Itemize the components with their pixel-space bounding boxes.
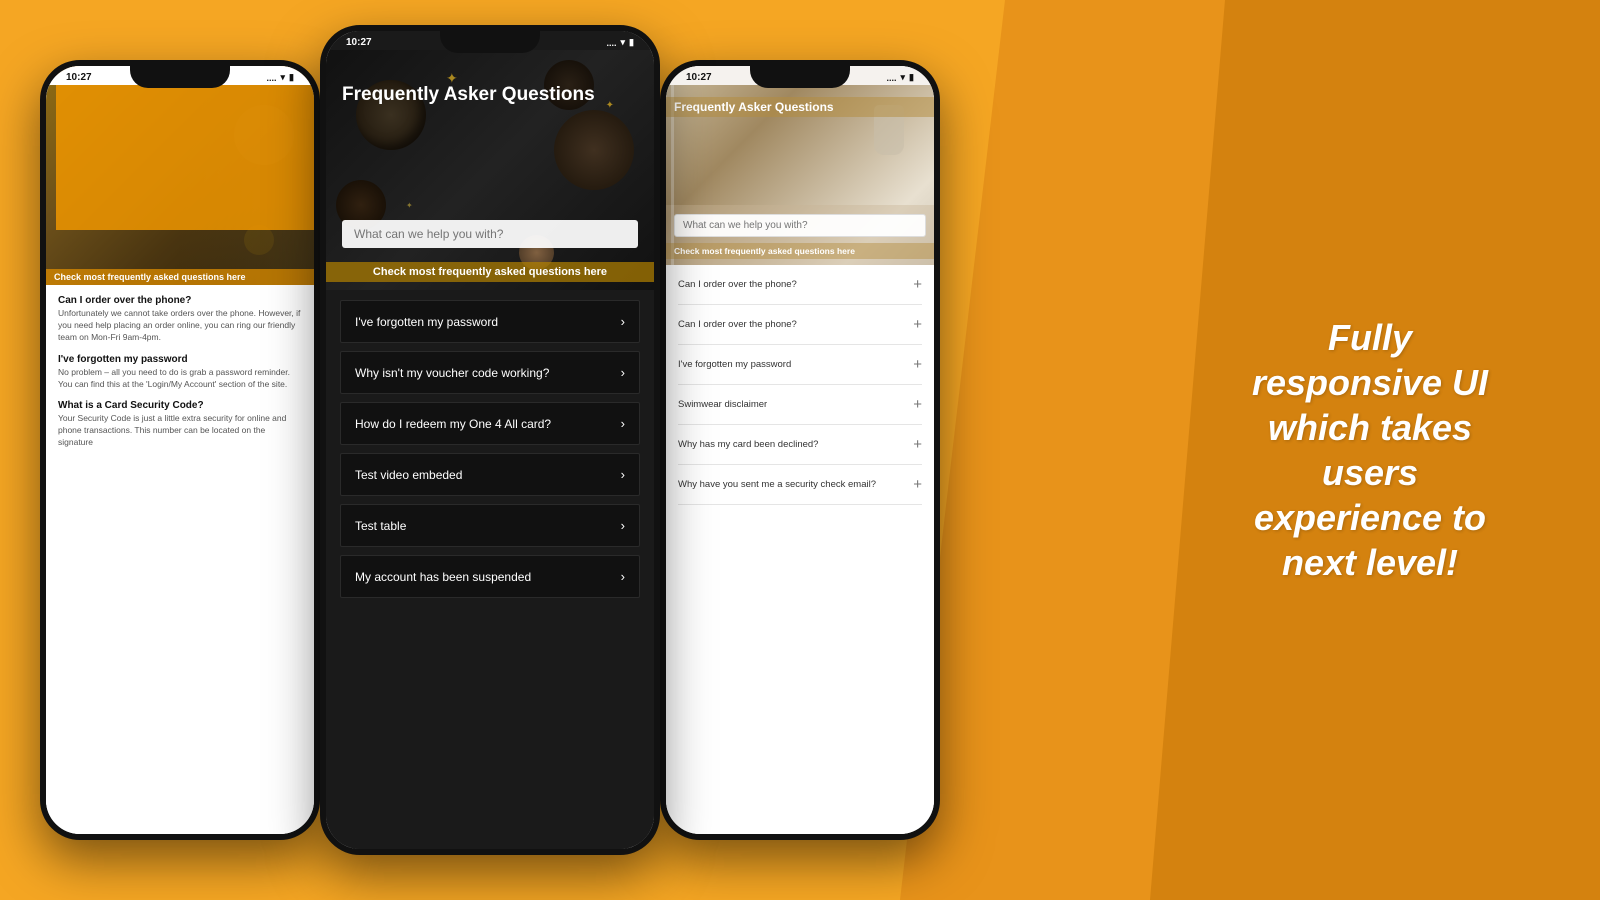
phone-1-faq-a-2: No problem – all you need to do is grab … (58, 367, 302, 391)
phone-1-faq-a-3: Your Security Code is just a little extr… (58, 413, 302, 449)
phone-3-faq-item-2[interactable]: Can I order over the phone? + (678, 305, 922, 345)
phone-3-faq-list: Can I order over the phone? + Can I orde… (666, 265, 934, 834)
phone-1-faq-item-2: I've forgotten my password No problem – … (58, 354, 302, 391)
phone-3-hero: Frequently Asker Questions Check most fr… (666, 85, 934, 265)
phone-2-faq-list: I've forgotten my password › Why isn't m… (326, 290, 654, 849)
chevron-icon-2: › (621, 365, 625, 380)
phone-2-time: 10:27 (346, 37, 372, 48)
phone-3-inner: 10:27 .... ▾ ▮ Frequently Asker Question… (666, 66, 934, 834)
phone-2-faq-btn-4[interactable]: Test video embeded › (340, 453, 640, 496)
phone-2-faq-btn-3[interactable]: How do I redeem my One 4 All card? › (340, 402, 640, 445)
chevron-icon-3: › (621, 416, 625, 431)
plus-icon-3: + (913, 356, 922, 373)
phone-2-search-bar[interactable] (342, 220, 638, 248)
phone-3-faq-item-1-label: Can I order over the phone? (678, 279, 797, 290)
right-text-line5: experience to (1254, 497, 1486, 538)
phone-2-battery: ▮ (629, 37, 634, 48)
plus-icon-6: + (913, 476, 922, 493)
sparkle-3: ✦ (406, 201, 413, 210)
phone-1-status-right: .... ▾ ▮ (267, 72, 295, 83)
phone-1-faq-q-3: What is a Card Security Code? (58, 400, 302, 411)
right-text-block: Fully responsive UI which takes users ex… (1200, 315, 1540, 585)
phone-1-faq-item-3: What is a Card Security Code? Your Secur… (58, 400, 302, 449)
phone-3-faq-item-4[interactable]: Swimwear disclaimer + (678, 385, 922, 425)
phone-3-status-right: .... ▾ ▮ (887, 72, 915, 83)
phone-1-inner: 10:27 .... ▾ ▮ Frequently Asker Question… (46, 66, 314, 834)
phone-2-faq-btn-5-label: Test table (355, 519, 406, 533)
phone-3-faq-item-6[interactable]: Why have you sent me a security check em… (678, 465, 922, 505)
chevron-icon-1: › (621, 314, 625, 329)
phone-3-faq-item-5-label: Why has my card been declined? (678, 439, 818, 450)
phone-2-wifi: ▾ (621, 37, 626, 48)
phone-1-battery: ▮ (289, 72, 294, 83)
phone-1-faq-a-1: Unfortunately we cannot take orders over… (58, 308, 302, 344)
phone-2-faq-btn-2-label: Why isn't my voucher code working? (355, 366, 549, 380)
phone-3-time: 10:27 (686, 72, 712, 83)
chevron-icon-4: › (621, 467, 625, 482)
phone-1-status-bar: 10:27 .... ▾ ▮ (46, 66, 314, 85)
phone-3-signal: .... (887, 73, 897, 83)
phone-2-check-banner: Check most frequently asked questions he… (326, 262, 654, 282)
right-text-line6: next level! (1282, 542, 1458, 583)
phone-3-faq-item-3[interactable]: I've forgotten my password + (678, 345, 922, 385)
phone-1-time: 10:27 (66, 72, 92, 83)
phone-2-faq-btn-6[interactable]: My account has been suspended › (340, 555, 640, 598)
phone-3-battery: ▮ (909, 72, 914, 83)
phone-3-faq-item-5[interactable]: Why has my card been declined? + (678, 425, 922, 465)
plus-icon-1: + (913, 276, 922, 293)
phone-1: 10:27 .... ▾ ▮ Frequently Asker Question… (40, 60, 320, 840)
phones-container: 10:27 .... ▾ ▮ Frequently Asker Question… (0, 0, 940, 900)
phone-3-search-input[interactable] (674, 214, 926, 237)
right-text-line4: users (1322, 452, 1418, 493)
chevron-icon-5: › (621, 518, 625, 533)
phone-3-search-bar[interactable] (674, 214, 926, 237)
phone-1-faq-q-2: I've forgotten my password (58, 354, 302, 365)
phone-2-faq-btn-1-label: I've forgotten my password (355, 315, 498, 329)
phone-2-status-bar: 10:27 .... ▾ ▮ (326, 31, 654, 50)
plus-icon-2: + (913, 316, 922, 333)
phone-2-faq-btn-2[interactable]: Why isn't my voucher code working? › (340, 351, 640, 394)
phone-2-status-right: .... ▾ ▮ (607, 37, 635, 48)
phone-2-faq-btn-6-label: My account has been suspended (355, 570, 531, 584)
phone-1-faq-q-1: Can I order over the phone? (58, 295, 302, 306)
phone-3-wifi: ▾ (901, 72, 906, 83)
right-text-line2: responsive UI (1252, 362, 1488, 403)
phone-1-hero: Frequently Asker Questions Check most fr… (46, 85, 314, 285)
phone-3-hero-title: Frequently Asker Questions (666, 97, 934, 117)
phone-1-faq-list: Can I order over the phone? Unfortunatel… (46, 285, 314, 834)
chevron-icon-6: › (621, 569, 625, 584)
phone-1-check-banner: Check most frequently asked questions he… (46, 269, 314, 285)
phone-2-signal: .... (607, 38, 617, 48)
phone-3-faq-item-2-label: Can I order over the phone? (678, 319, 797, 330)
phone-2-faq-btn-1[interactable]: I've forgotten my password › (340, 300, 640, 343)
phone-2-hero: ✦ ✦ ✦ Frequently Asker Questions Check m… (326, 50, 654, 290)
phone-2-faq-btn-5[interactable]: Test table › (340, 504, 640, 547)
phone-1-wifi: ▾ (281, 72, 286, 83)
phone-3-faq-item-3-label: I've forgotten my password (678, 359, 791, 370)
plus-icon-4: + (913, 396, 922, 413)
phone-3-faq-item-1[interactable]: Can I order over the phone? + (678, 265, 922, 305)
orb-3 (554, 110, 634, 190)
phone-1-faq-item-1: Can I order over the phone? Unfortunatel… (58, 295, 302, 344)
phone-2-faq-btn-4-label: Test video embeded (355, 468, 462, 482)
phone-2-faq-btn-3-label: How do I redeem my One 4 All card? (355, 417, 551, 431)
phone-3-status-bar: 10:27 .... ▾ ▮ (666, 66, 934, 85)
phone-3: 10:27 .... ▾ ▮ Frequently Asker Question… (660, 60, 940, 840)
phone-1-search-bar[interactable] (56, 66, 314, 270)
phone-2-search-input[interactable] (342, 220, 638, 248)
phone-1-signal: .... (267, 73, 277, 83)
phone-2-inner: 10:27 .... ▾ ▮ ✦ ✦ ✦ (326, 31, 654, 849)
phone-3-faq-item-6-label: Why have you sent me a security check em… (678, 479, 876, 490)
phone-2-hero-title: Frequently Asker Questions (342, 85, 638, 106)
phone-3-faq-item-4-label: Swimwear disclaimer (678, 399, 767, 410)
right-text-line1: Fully (1328, 317, 1412, 358)
right-text-line3: which takes (1268, 407, 1472, 448)
plus-icon-5: + (913, 436, 922, 453)
phone-3-check-banner: Check most frequently asked questions he… (666, 243, 934, 259)
phone-2: 10:27 .... ▾ ▮ ✦ ✦ ✦ (320, 25, 660, 855)
